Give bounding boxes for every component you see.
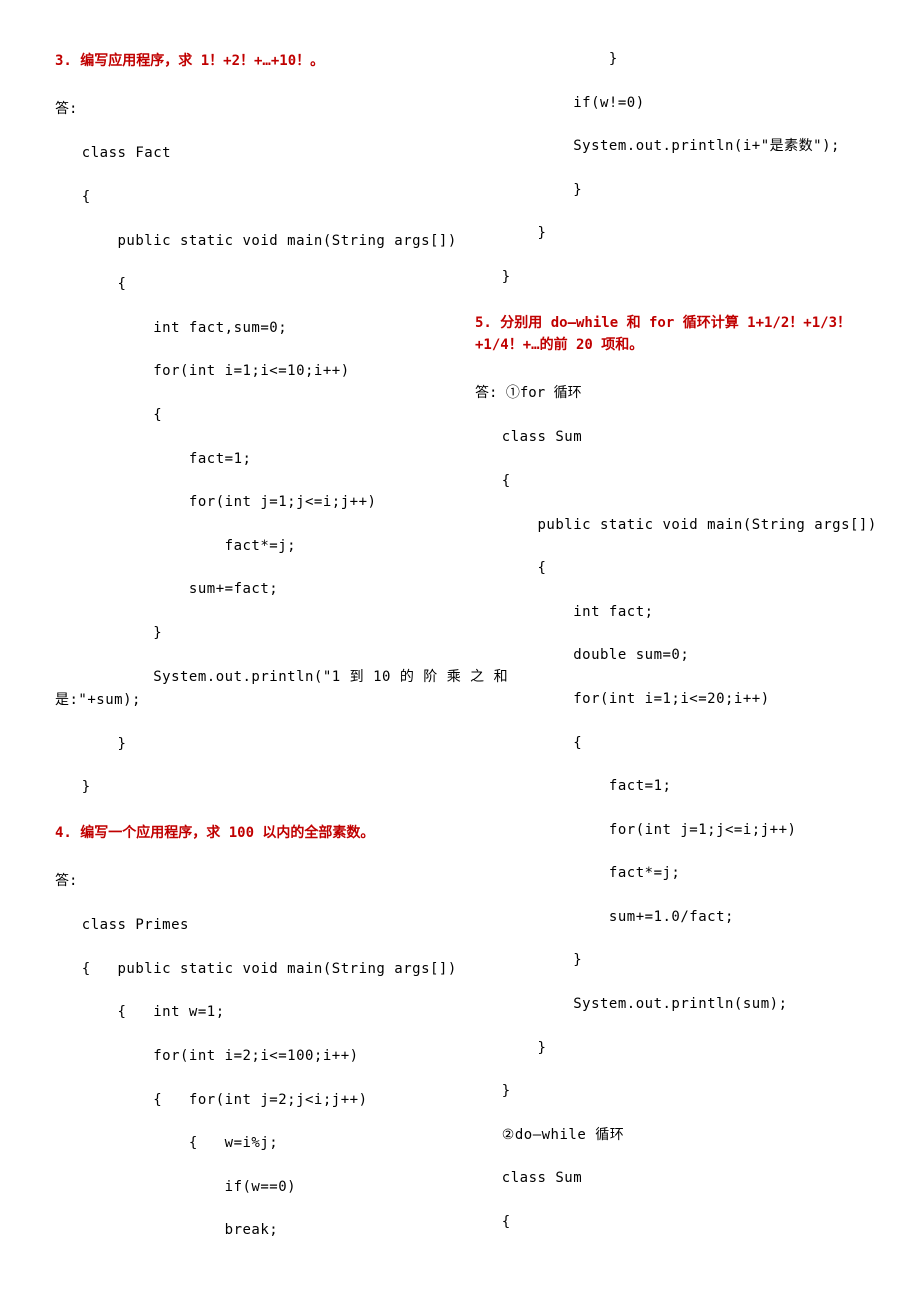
code-line: double sum=0; xyxy=(475,646,865,666)
code-line: class Sum xyxy=(475,1169,865,1189)
code-line: fact=1; xyxy=(55,450,445,470)
code-line: for(int j=1;j<=i;j++) xyxy=(475,821,865,841)
code-line: { xyxy=(475,559,865,579)
code-line: { xyxy=(55,275,445,295)
code-line: { xyxy=(475,472,865,492)
code-line: fact*=j; xyxy=(55,537,445,557)
code-line: } xyxy=(475,1082,865,1102)
question-4-title: 4. 编写一个应用程序，求 100 以内的全部素数。 xyxy=(55,822,445,844)
code-line: } xyxy=(475,951,865,971)
code-line: for(int i=1;i<=20;i++) xyxy=(475,690,865,710)
code-line: int fact; xyxy=(475,603,865,623)
code-line: class Primes xyxy=(55,916,445,936)
code-line: fact*=j; xyxy=(475,864,865,884)
code-line: } xyxy=(55,778,445,798)
code-line: class Sum xyxy=(475,428,865,448)
code-line: fact=1; xyxy=(475,777,865,797)
code-line: class Fact xyxy=(55,144,445,164)
code-line: if(w!=0) xyxy=(475,94,865,114)
answer-label-5: 答: ①for 循环 xyxy=(475,382,865,402)
code-line: public static void main(String args[]) xyxy=(475,516,865,536)
question-3-title: 3. 编写应用程序，求 1！+2！+…+10！。 xyxy=(55,50,445,72)
code-line: { xyxy=(475,734,865,754)
question-5-title: 5. 分别用 do—while 和 for 循环计算 1+1/2！+1/3！+1… xyxy=(475,312,865,357)
code-line: { for(int j=2;j<i;j++) xyxy=(55,1091,445,1111)
code-line: sum+=fact; xyxy=(55,580,445,600)
answer-label-3: 答: xyxy=(55,98,445,118)
code-line: public static void main(String args[]) xyxy=(55,232,445,252)
document-page: 3. 编写应用程序，求 1！+2！+…+10！。 答: class Fact {… xyxy=(0,0,920,1300)
code-line: { xyxy=(55,406,445,426)
code-line: } xyxy=(55,624,445,644)
code-line: System.out.println(i+"是素数"); xyxy=(475,137,865,157)
code-line: System.out.println(sum); xyxy=(475,995,865,1015)
code-line: { xyxy=(55,188,445,208)
answer-label-4: 答: xyxy=(55,870,445,890)
code-line: for(int i=1;i<=10;i++) xyxy=(55,362,445,382)
code-line: if(w==0) xyxy=(55,1178,445,1198)
code-line: { int w=1; xyxy=(55,1003,445,1023)
code-line: { w=i%j; xyxy=(55,1134,445,1154)
code-line: int fact,sum=0; xyxy=(55,319,445,339)
code-line: } xyxy=(475,181,865,201)
code-line: break; xyxy=(55,1221,445,1241)
code-line: { xyxy=(475,1213,865,1233)
code-line: ②do—while 循环 xyxy=(475,1126,865,1146)
code-line: sum+=1.0/fact; xyxy=(475,908,865,928)
code-line: } xyxy=(475,268,865,288)
code-line: System.out.println("1 到 10 的 阶 乘 之 和 xyxy=(55,668,445,688)
code-line: for(int j=1;j<=i;j++) xyxy=(55,493,445,513)
code-line: } xyxy=(55,735,445,755)
code-line: { public static void main(String args[]) xyxy=(55,960,445,980)
code-line: } xyxy=(475,224,865,244)
code-line: 是:"+sum); xyxy=(55,691,445,711)
code-line: } xyxy=(475,50,865,70)
code-line: for(int i=2;i<=100;i++) xyxy=(55,1047,445,1067)
code-line: } xyxy=(475,1039,865,1059)
